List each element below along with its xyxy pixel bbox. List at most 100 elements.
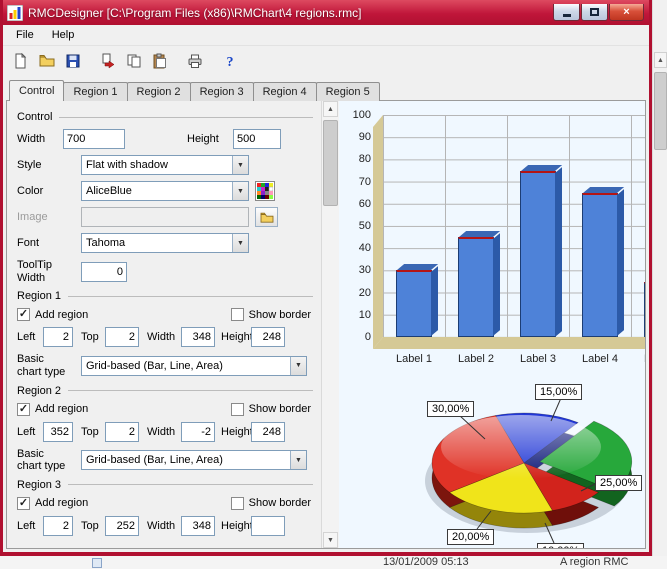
background-scroll-up-button[interactable]: ▲ — [654, 52, 667, 68]
show-border-checkbox-group[interactable]: Show border — [231, 497, 311, 510]
bar — [569, 115, 631, 337]
pie-label: 25,00% — [595, 475, 642, 491]
pie-label: 15,00% — [535, 384, 582, 400]
add-region-checkbox-group[interactable]: Add region — [17, 497, 88, 510]
add-region-checkbox[interactable] — [17, 497, 30, 510]
chevron-down-icon[interactable]: ▼ — [290, 357, 306, 375]
control-height-input[interactable] — [233, 129, 281, 149]
tab-region-4[interactable]: Region 4 — [253, 82, 317, 101]
maximize-button[interactable] — [581, 4, 608, 21]
form-scrollbar[interactable]: ▲ ▼ — [321, 101, 339, 548]
region3-width-input[interactable] — [181, 516, 215, 536]
titlebar[interactable]: RMCDesigner [C:\Program Files (x86)\RMCh… — [3, 0, 649, 25]
show-border-checkbox[interactable] — [231, 497, 244, 510]
bar-chart-floor — [373, 337, 645, 349]
show-border-label: Show border — [249, 497, 311, 509]
tab-strip: Control Region 1 Region 2 Region 3 Regio… — [9, 80, 649, 101]
bar — [383, 115, 445, 337]
height-label: Height — [221, 520, 251, 532]
control-form: Control Width Height Style Flat with sha… — [7, 101, 321, 548]
color-combobox[interactable]: AliceBlue ▼ — [81, 181, 249, 201]
bar — [445, 115, 507, 337]
region2-top-input[interactable] — [105, 422, 139, 442]
app-window: RMCDesigner [C:\Program Files (x86)\RMCh… — [0, 0, 652, 556]
region1-width-input[interactable] — [181, 327, 215, 347]
pie-label: 20,00% — [447, 529, 494, 545]
minimize-button[interactable] — [553, 4, 580, 21]
tab-content-panel: Control Width Height Style Flat with sha… — [6, 100, 646, 549]
region2-width-input[interactable] — [181, 422, 215, 442]
x-category-label: Label 1 — [383, 353, 445, 365]
font-combobox[interactable]: Tahoma ▼ — [81, 233, 249, 253]
show-border-checkbox[interactable] — [231, 308, 244, 321]
add-region-checkbox-group[interactable]: Add region — [17, 403, 88, 416]
browse-image-button[interactable] — [255, 207, 278, 227]
new-button[interactable] — [9, 49, 32, 72]
region1-chart-type-combobox[interactable]: Grid-based (Bar, Line, Area) ▼ — [81, 356, 307, 376]
close-button[interactable]: × — [609, 4, 644, 21]
add-region-checkbox-group[interactable]: Add region — [17, 308, 88, 321]
region3-top-input[interactable] — [105, 516, 139, 536]
tab-control[interactable]: Control — [9, 80, 64, 101]
region3-height-input[interactable] — [251, 516, 285, 536]
top-label: Top — [81, 520, 105, 532]
add-region-label: Add region — [35, 497, 88, 509]
add-region-checkbox[interactable] — [17, 403, 30, 416]
export-button[interactable] — [96, 49, 119, 72]
open-button[interactable] — [35, 49, 58, 72]
image-path-input — [81, 207, 249, 227]
open-folder-icon — [260, 211, 274, 223]
copy-button[interactable] — [122, 49, 145, 72]
control-width-input[interactable] — [63, 129, 125, 149]
chevron-down-icon[interactable]: ▼ — [232, 234, 248, 252]
color-picker-button[interactable] — [255, 181, 275, 201]
print-button[interactable] — [183, 49, 206, 72]
save-icon — [65, 53, 81, 69]
paste-button[interactable] — [148, 49, 171, 72]
tab-region-3[interactable]: Region 3 — [190, 82, 254, 101]
chevron-down-icon[interactable]: ▼ — [232, 156, 248, 174]
tab-region-5[interactable]: Region 5 — [316, 82, 380, 101]
y-tick-label: 90 — [359, 131, 371, 143]
menu-file[interactable]: File — [7, 26, 43, 44]
width-label: Width — [147, 426, 181, 438]
background-scrollbar-thumb[interactable] — [654, 72, 667, 150]
file-date-text: 13/01/2009 05:13 — [383, 556, 469, 569]
tab-region-2[interactable]: Region 2 — [127, 82, 191, 101]
scrollbar-thumb[interactable] — [323, 120, 338, 206]
scroll-down-button[interactable]: ▼ — [323, 532, 338, 548]
style-combobox[interactable]: Flat with shadow ▼ — [81, 155, 249, 175]
region3-left-input[interactable] — [43, 516, 73, 536]
tooltip-width-input[interactable] — [81, 262, 127, 282]
y-tick-label: 70 — [359, 176, 371, 188]
height-label: Height — [221, 426, 251, 438]
region2-chart-type-combobox[interactable]: Grid-based (Bar, Line, Area) ▼ — [81, 450, 307, 470]
font-value: Tahoma — [82, 237, 232, 249]
app-icon — [7, 5, 23, 21]
y-tick-label: 50 — [359, 220, 371, 232]
show-border-label: Show border — [249, 309, 311, 321]
section-header-region-2: Region 2 — [17, 385, 313, 397]
show-border-checkbox-group[interactable]: Show border — [231, 308, 311, 321]
print-icon — [187, 53, 203, 69]
menu-help[interactable]: Help — [43, 26, 84, 44]
chevron-down-icon[interactable]: ▼ — [232, 182, 248, 200]
region1-left-input[interactable] — [43, 327, 73, 347]
section-divider — [68, 390, 313, 391]
region2-left-input[interactable] — [43, 422, 73, 442]
show-border-checkbox[interactable] — [231, 403, 244, 416]
scroll-up-button[interactable]: ▲ — [323, 101, 338, 117]
height-label: Height — [221, 331, 251, 343]
tab-region-1[interactable]: Region 1 — [63, 82, 127, 101]
section-title: Region 3 — [17, 479, 61, 491]
image-label: Image — [17, 211, 81, 223]
region1-height-input[interactable] — [251, 327, 285, 347]
region2-height-input[interactable] — [251, 422, 285, 442]
style-label: Style — [17, 159, 81, 171]
save-button[interactable] — [61, 49, 84, 72]
show-border-checkbox-group[interactable]: Show border — [231, 403, 311, 416]
chevron-down-icon[interactable]: ▼ — [290, 451, 306, 469]
help-button[interactable]: ? — [218, 49, 241, 72]
add-region-checkbox[interactable] — [17, 308, 30, 321]
region1-top-input[interactable] — [105, 327, 139, 347]
